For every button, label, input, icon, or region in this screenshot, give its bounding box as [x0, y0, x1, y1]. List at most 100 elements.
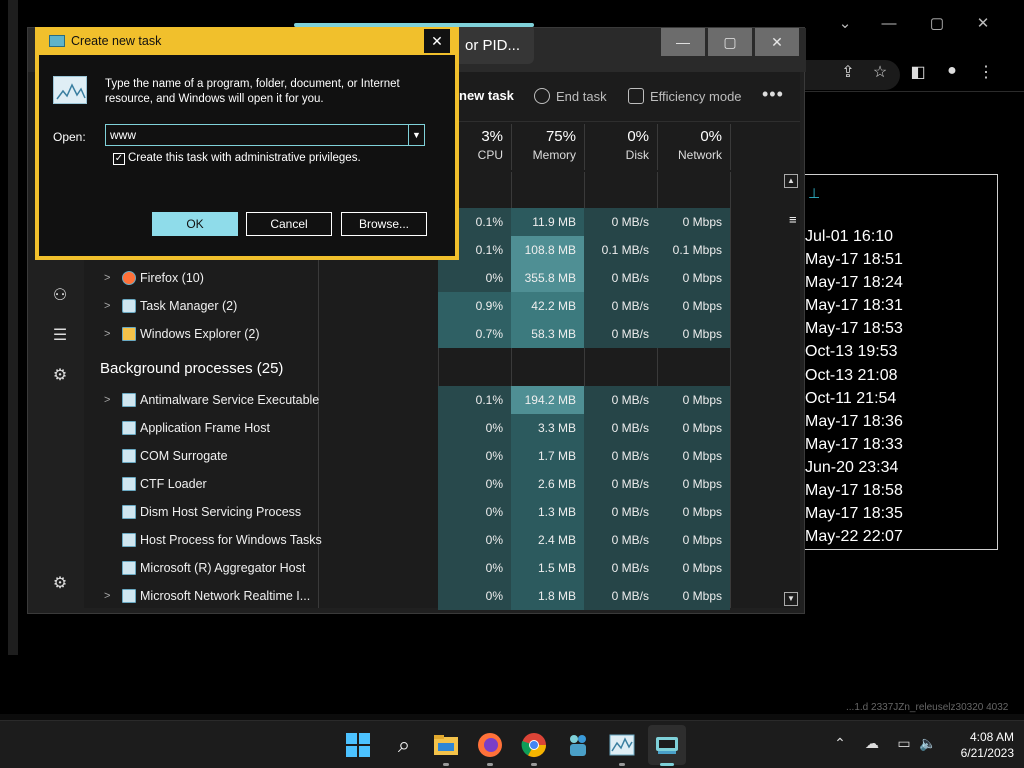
users-icon[interactable]: ⚇ [50, 286, 70, 306]
chevron-right-icon[interactable]: > [104, 386, 110, 414]
date-list-item: May-22 22:07 [805, 528, 903, 546]
date-text: 6/21/2023 [960, 746, 1014, 760]
cell-disk: 0 MB/s [584, 320, 657, 348]
process-icon [122, 533, 136, 547]
clock[interactable]: 4:08 AM 6/21/2023 [944, 729, 1014, 761]
process-name: Microsoft (R) Aggregator Host [140, 561, 306, 575]
cell-memory: 2.4 MB [511, 526, 584, 554]
scroll-up-icon[interactable]: ▲ [784, 174, 798, 188]
details-icon[interactable]: ☰ [50, 326, 70, 346]
process-icon [122, 589, 136, 603]
admin-checkbox-label[interactable]: Create this task with administrative pri… [128, 152, 361, 164]
minimize-icon[interactable]: — [866, 8, 912, 40]
date-list-item: May-17 18:24 [805, 274, 903, 292]
process-row[interactable]: Application Frame Host 0% 3.3 MB 0 MB/s 0 Mb… [84, 414, 790, 442]
process-row[interactable]: COM Surrogate 0% 1.7 MB 0 MB/s 0 Mbps [84, 442, 790, 470]
firefox-icon[interactable] [476, 731, 504, 759]
date-list-panel: ⊥ Jul-01 16:10 May-17 18:51 May-17 18:24 Ma… [802, 174, 998, 550]
maximize-button[interactable]: ▢ [708, 28, 752, 56]
sidebar-icon[interactable]: ◧ [906, 62, 930, 82]
cell-disk: 0 MB/s [584, 582, 657, 610]
column-memory[interactable]: 75% Memory [511, 124, 584, 170]
chevron-right-icon[interactable]: > [104, 264, 110, 292]
process-name: COM Surrogate [140, 449, 228, 463]
menu-icon[interactable]: ⋮ [974, 62, 998, 82]
vertical-scrollbar[interactable]: ▲ ≡ ▼ [782, 172, 800, 608]
process-row[interactable]: > Firefox (10) 0% 355.8 MB 0 MB/s 0 Mbps [84, 264, 790, 292]
process-icon [122, 505, 136, 519]
end-task-icon [534, 88, 550, 104]
ok-button[interactable]: OK [152, 212, 238, 236]
date-list-item: Oct-13 19:53 [805, 343, 898, 361]
share-icon[interactable]: ⇪ [836, 62, 860, 82]
open-input-value[interactable]: www [110, 128, 136, 142]
process-icon [122, 477, 136, 491]
process-row[interactable]: CTF Loader 0% 2.6 MB 0 MB/s 0 Mbps [84, 470, 790, 498]
dialog-body: Type the name of a program, folder, docu… [39, 55, 455, 256]
task-manager-app-icon[interactable] [608, 731, 636, 759]
process-row[interactable]: Host Process for Windows Tasks 0% 2.4 MB 0 … [84, 526, 790, 554]
start-icon[interactable] [344, 731, 372, 759]
process-row[interactable]: > Task Manager (2) 0.9% 42.2 MB 0 MB/s 0 Mbps [84, 292, 790, 320]
window-edge [8, 0, 18, 655]
cell-network: 0 Mbps [657, 292, 730, 320]
date-list: Jul-01 16:10 May-17 18:51 May-17 18:24 May-… [805, 225, 903, 548]
dialog-close-button[interactable]: ✕ [424, 29, 450, 53]
scroll-down-icon[interactable]: ▼ [784, 592, 798, 606]
volume-icon[interactable]: 🔈 [918, 735, 938, 752]
settings-icon[interactable]: ⚙ [50, 574, 70, 594]
cell-network: 0 Mbps [657, 208, 730, 236]
chrome-icon[interactable] [520, 731, 548, 759]
scroll-thumb[interactable]: ≡ [789, 212, 797, 242]
cell-memory: 1.7 MB [511, 442, 584, 470]
efficiency-mode-button[interactable]: Efficiency mode [628, 88, 742, 104]
search-icon[interactable]: ⌕ [390, 731, 418, 759]
chevron-right-icon[interactable]: > [104, 292, 110, 320]
browse-button[interactable]: Browse... [341, 212, 427, 236]
cell-network: 0 Mbps [657, 386, 730, 414]
cell-memory: 1.5 MB [511, 554, 584, 582]
taskbar: ⌕ ⌃ ☁ ▭ 🔈 4:08 AM 6/21/2023 [0, 720, 1024, 768]
cell-memory: 355.8 MB [511, 264, 584, 292]
star-icon[interactable]: ☆ [868, 62, 892, 82]
process-row[interactable]: Dism Host Servicing Process 0% 1.3 MB 0 MB/… [84, 498, 790, 526]
cancel-button[interactable]: Cancel [246, 212, 332, 236]
cell-memory: 1.3 MB [511, 498, 584, 526]
file-explorer-icon[interactable] [432, 731, 460, 759]
chevron-right-icon[interactable]: > [104, 320, 110, 348]
chevron-down-icon[interactable]: ▼ [408, 125, 424, 145]
admin-checkbox[interactable]: ✓ [113, 153, 125, 165]
background-processes-header: Background processes (25) [100, 360, 284, 377]
chevron-down-icon[interactable]: ⌄ [822, 8, 868, 40]
maximize-icon[interactable]: ▢ [914, 8, 960, 40]
profile-icon[interactable]: ● [940, 62, 964, 80]
display-icon[interactable]: ▭ [894, 735, 914, 752]
process-row[interactable]: Microsoft (R) Aggregator Host 0% 1.5 MB 0 M… [84, 554, 790, 582]
people-app-icon[interactable] [564, 731, 592, 759]
process-name: Antimalware Service Executable [140, 393, 320, 407]
column-network[interactable]: 0% Network [657, 124, 730, 170]
task-manager-icon [49, 35, 65, 47]
cell-network: 0 Mbps [657, 320, 730, 348]
run-dialog-icon[interactable] [653, 731, 681, 759]
network-off-icon[interactable]: ☁ [862, 735, 882, 752]
run-new-task-button[interactable]: new task [459, 88, 514, 103]
process-name: CTF Loader [140, 477, 207, 491]
process-row[interactable]: > Antimalware Service Executable 0.1% 194.2… [84, 386, 790, 414]
cell-network: 0 Mbps [657, 414, 730, 442]
close-button[interactable]: ✕ [755, 28, 799, 56]
end-task-button[interactable]: End task [534, 88, 607, 104]
chevron-up-icon[interactable]: ⌃ [830, 735, 850, 752]
open-combobox[interactable]: www ▼ [105, 124, 425, 146]
process-row[interactable]: > Windows Explorer (2) 0.7% 58.3 MB 0 MB/s 0 … [84, 320, 790, 348]
services-icon[interactable]: ⚙ [50, 366, 70, 386]
column-disk[interactable]: 0% Disk [584, 124, 657, 170]
date-list-item: May-17 18:51 [805, 251, 903, 269]
cell-disk: 0 MB/s [584, 264, 657, 292]
process-row[interactable]: > Microsoft Network Realtime I... 0% 1.8 MB… [84, 582, 790, 610]
close-icon[interactable]: ✕ [960, 8, 1006, 40]
cell-disk: 0 MB/s [584, 386, 657, 414]
chevron-right-icon[interactable]: > [104, 582, 110, 610]
minimize-button[interactable]: — [661, 28, 705, 56]
more-options-button[interactable]: ••• [762, 84, 784, 105]
